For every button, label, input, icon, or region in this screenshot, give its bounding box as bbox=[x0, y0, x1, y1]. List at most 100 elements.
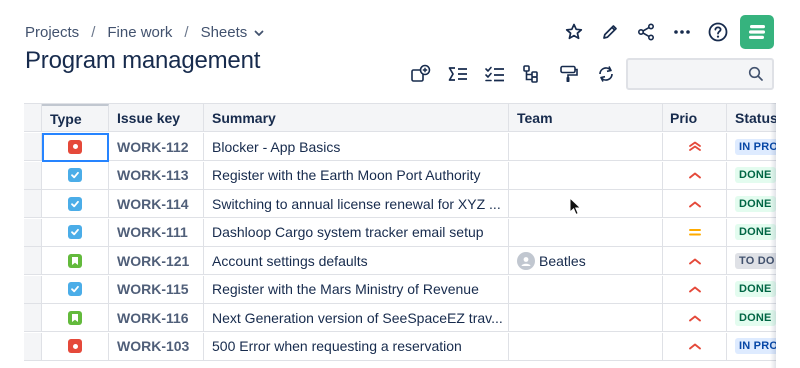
type-cell[interactable] bbox=[42, 275, 109, 303]
edit-pencil-icon[interactable] bbox=[592, 14, 628, 50]
type-cell[interactable] bbox=[42, 218, 109, 246]
more-options-icon[interactable] bbox=[664, 14, 700, 50]
column-header-summary[interactable]: Summary bbox=[204, 104, 509, 131]
type-cell[interactable] bbox=[42, 332, 109, 360]
status-cell[interactable]: IN PROGRESS bbox=[727, 133, 776, 160]
issue-key-cell[interactable]: WORK-114 bbox=[109, 190, 204, 217]
checklist-icon[interactable] bbox=[476, 59, 513, 89]
summary-text: 500 Error when requesting a reservation bbox=[212, 338, 462, 354]
issue-key-link[interactable]: WORK-112 bbox=[117, 139, 189, 155]
type-cell[interactable] bbox=[42, 133, 109, 160]
type-cell[interactable] bbox=[42, 247, 109, 274]
table-row[interactable]: WORK-116 Next Generation version of SeeS… bbox=[24, 304, 776, 332]
row-gutter[interactable] bbox=[24, 304, 42, 331]
table-row[interactable]: WORK-121 Account settings defaults Beatl… bbox=[24, 247, 776, 275]
issue-key-cell[interactable]: WORK-116 bbox=[109, 304, 204, 331]
team-cell[interactable] bbox=[509, 332, 663, 360]
priority-high-icon bbox=[688, 253, 702, 269]
issue-key-cell[interactable]: WORK-115 bbox=[109, 275, 204, 303]
issue-key-cell[interactable]: WORK-111 bbox=[109, 218, 204, 246]
column-header-issue-key[interactable]: Issue key bbox=[109, 104, 204, 131]
type-cell[interactable] bbox=[42, 161, 109, 189]
priority-high-icon bbox=[688, 196, 702, 212]
issue-key-cell[interactable]: WORK-103 bbox=[109, 332, 204, 360]
team-cell[interactable] bbox=[509, 133, 663, 160]
refresh-icon[interactable] bbox=[587, 59, 624, 89]
issue-key-cell[interactable]: WORK-113 bbox=[109, 161, 204, 189]
team-cell[interactable] bbox=[509, 304, 663, 331]
priority-cell[interactable] bbox=[663, 218, 727, 246]
app-logo-icon[interactable] bbox=[740, 15, 774, 49]
row-gutter[interactable] bbox=[24, 247, 42, 274]
status-cell[interactable]: DONE bbox=[727, 219, 776, 246]
issue-key-cell[interactable]: WORK-121 bbox=[109, 247, 204, 274]
priority-cell[interactable] bbox=[663, 275, 727, 303]
hierarchy-icon[interactable] bbox=[513, 59, 550, 89]
issue-key-link[interactable]: WORK-103 bbox=[117, 338, 189, 354]
status-cell[interactable]: DONE bbox=[727, 190, 776, 217]
table-row[interactable]: WORK-103 500 Error when requesting a res… bbox=[24, 332, 776, 361]
issue-key-link[interactable]: WORK-115 bbox=[117, 281, 189, 297]
chevron-down-icon[interactable] bbox=[253, 27, 265, 39]
type-cell[interactable] bbox=[42, 304, 109, 331]
row-gutter[interactable] bbox=[24, 190, 42, 217]
issue-key-link[interactable]: WORK-121 bbox=[117, 253, 189, 269]
team-cell[interactable]: Beatles bbox=[509, 247, 663, 274]
team-cell[interactable] bbox=[509, 275, 663, 303]
row-gutter[interactable] bbox=[24, 218, 42, 246]
table-row[interactable]: WORK-111 Dashloop Cargo system tracker e… bbox=[24, 218, 776, 247]
breadcrumb-sheets[interactable]: Sheets bbox=[201, 24, 248, 41]
issue-key-link[interactable]: WORK-114 bbox=[117, 196, 189, 212]
column-header-team[interactable]: Team bbox=[509, 104, 663, 131]
issue-key-link[interactable]: WORK-116 bbox=[117, 310, 189, 326]
add-issue-icon[interactable] bbox=[402, 59, 439, 89]
status-cell[interactable]: TO DO bbox=[727, 247, 776, 274]
summary-cell[interactable]: Dashloop Cargo system tracker email setu… bbox=[204, 218, 509, 246]
status-cell[interactable]: DONE bbox=[727, 304, 776, 331]
type-cell[interactable] bbox=[42, 190, 109, 217]
summary-cell[interactable]: Switching to annual license renewal for … bbox=[204, 190, 509, 217]
row-gutter[interactable] bbox=[24, 133, 42, 160]
star-icon[interactable] bbox=[556, 14, 592, 50]
status-cell[interactable]: IN PROGRESS bbox=[727, 333, 776, 360]
summary-cell[interactable]: Next Generation version of SeeSpaceEZ tr… bbox=[204, 304, 509, 331]
column-header-prio[interactable]: Prio bbox=[663, 104, 727, 131]
priority-cell[interactable] bbox=[663, 247, 727, 274]
sum-columns-icon[interactable] bbox=[439, 59, 476, 89]
row-gutter[interactable] bbox=[24, 161, 42, 189]
column-header-type[interactable]: Type bbox=[42, 104, 109, 131]
row-gutter[interactable] bbox=[24, 275, 42, 303]
summary-cell[interactable]: Account settings defaults bbox=[204, 247, 509, 274]
team-cell[interactable] bbox=[509, 190, 663, 217]
breadcrumb-projects[interactable]: Projects bbox=[25, 24, 79, 41]
team-cell[interactable] bbox=[509, 161, 663, 189]
table-row[interactable]: WORK-114 Switching to annual license ren… bbox=[24, 190, 776, 218]
team-cell[interactable] bbox=[509, 218, 663, 246]
priority-cell[interactable] bbox=[663, 332, 727, 360]
summary-cell[interactable]: Blocker - App Basics bbox=[204, 133, 509, 160]
priority-cell[interactable] bbox=[663, 161, 727, 189]
table-row[interactable]: WORK-112 Blocker - App Basics IN PROGRES… bbox=[24, 133, 776, 161]
issue-type-bug-icon bbox=[68, 139, 82, 154]
column-header-status[interactable]: Status bbox=[727, 104, 776, 131]
summary-cell[interactable]: 500 Error when requesting a reservation bbox=[204, 332, 509, 360]
issue-key-cell[interactable]: WORK-112 bbox=[109, 133, 204, 160]
status-cell[interactable]: DONE bbox=[727, 276, 776, 303]
summary-cell[interactable]: Register with the Mars Ministry of Reven… bbox=[204, 275, 509, 303]
team-avatar-icon bbox=[517, 251, 535, 270]
help-icon[interactable] bbox=[700, 14, 736, 50]
breadcrumb-fine-work[interactable]: Fine work bbox=[107, 24, 172, 41]
table-row[interactable]: WORK-113 Register with the Earth Moon Po… bbox=[24, 161, 776, 190]
priority-cell[interactable] bbox=[663, 133, 727, 160]
issue-key-link[interactable]: WORK-113 bbox=[117, 167, 189, 183]
priority-cell[interactable] bbox=[663, 190, 727, 217]
status-cell[interactable]: DONE bbox=[727, 162, 776, 189]
issue-key-link[interactable]: WORK-111 bbox=[117, 224, 188, 240]
row-gutter[interactable] bbox=[24, 332, 42, 360]
search-input[interactable] bbox=[626, 58, 774, 90]
format-painter-icon[interactable] bbox=[550, 59, 587, 89]
summary-cell[interactable]: Register with the Earth Moon Port Author… bbox=[204, 161, 509, 189]
priority-cell[interactable] bbox=[663, 304, 727, 331]
table-row[interactable]: WORK-115 Register with the Mars Ministry… bbox=[24, 275, 776, 304]
share-icon[interactable] bbox=[628, 14, 664, 50]
